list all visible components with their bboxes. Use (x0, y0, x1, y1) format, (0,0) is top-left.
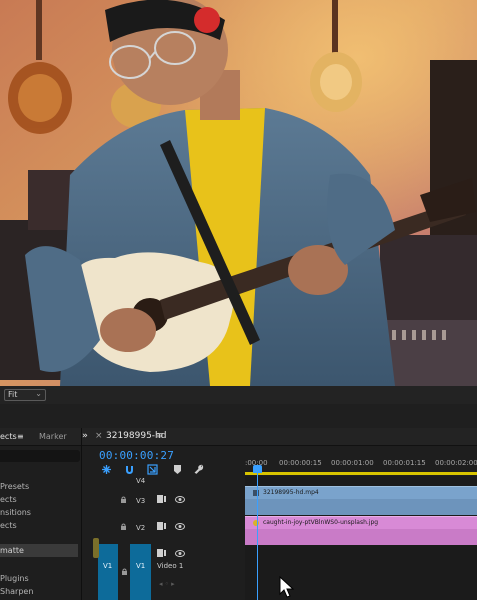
toggle-sync-icon[interactable] (157, 522, 166, 530)
panel-divider (0, 404, 477, 428)
more-panels-icon[interactable]: » (82, 431, 88, 441)
nest-sequence-icon[interactable] (101, 464, 112, 475)
ruler-label: 00:00:01:00 (331, 459, 374, 467)
lock-icon[interactable] (120, 496, 127, 503)
zoom-level-value: Fit (8, 390, 18, 399)
target-track-v1[interactable]: V1 (130, 544, 151, 600)
wrench-icon[interactable] (193, 464, 204, 475)
clip-image[interactable]: caught-in-joy-ptVBlnWS0-unsplash.jpg (245, 516, 477, 529)
video-frame (0, 0, 477, 386)
zoom-level-dropdown[interactable]: Fit ⌄ (4, 389, 46, 401)
clip-name: 32198995-hd.mp4 (263, 489, 319, 496)
time-ruler[interactable]: :00:00 00:00:00:15 00:00:01:00 00:00:01:… (245, 451, 477, 473)
effects-panel-tabs: ects ≡ Marker (0, 428, 81, 446)
tab-effects[interactable]: ects (0, 432, 17, 441)
clip-video-body[interactable] (245, 499, 477, 515)
clip-name: caught-in-joy-ptVBlnWS0-unsplash.jpg (263, 519, 379, 526)
playhead-line (257, 465, 258, 600)
effects-panel: ects ≡ Marker Presets ects nsitions ects… (0, 428, 82, 600)
effects-item-plugins[interactable]: Plugins (0, 574, 29, 583)
tab-markers[interactable]: Marker (39, 432, 67, 441)
track-name: V3 (136, 497, 146, 505)
ruler-label: 00:00:01:15 (383, 459, 426, 467)
monitor-controls-bar: Fit ⌄ (0, 386, 477, 404)
mouse-cursor-icon (279, 576, 295, 598)
source-patch-v1[interactable]: V1 (98, 544, 118, 600)
eye-icon[interactable] (175, 496, 185, 503)
effects-search-input[interactable] (0, 450, 80, 462)
effects-item-sharpen[interactable]: Sharpen (0, 587, 33, 596)
fx-badge-icon (253, 490, 259, 496)
keyframe-nav-icons[interactable]: ◂ ◦ ▸ (159, 580, 175, 588)
clip-video[interactable]: 32198995-hd.mp4 (245, 486, 477, 499)
fx-badge-icon (253, 520, 259, 526)
eye-icon[interactable] (175, 550, 185, 557)
effects-item-presets[interactable]: Presets (0, 482, 29, 491)
track-headers: V4 V3 V2 V1 V1 Video 1 ◂ ◦ ▸ (82, 476, 245, 600)
toggle-sync-icon[interactable] (157, 549, 166, 557)
panel-menu-icon[interactable]: ≡ (156, 431, 164, 441)
eye-icon[interactable] (175, 523, 185, 530)
effects-item-video-effects[interactable]: ects (0, 521, 17, 530)
snap-magnet-icon[interactable] (124, 464, 135, 475)
linked-selection-icon[interactable] (147, 464, 158, 475)
panel-menu-icon[interactable]: ≡ (17, 432, 24, 441)
chevron-down-icon: ⌄ (35, 389, 42, 398)
timeline-panel: » × 32198995-hd ≡ 00:00:00:27 V4 V3 V2 V… (82, 428, 477, 600)
close-icon[interactable]: × (95, 431, 103, 441)
toggle-sync-icon[interactable] (157, 495, 166, 503)
drag-handle[interactable] (93, 538, 99, 558)
effects-item-effects[interactable]: ects (0, 495, 17, 504)
lock-icon[interactable] (120, 523, 127, 530)
program-monitor[interactable] (0, 0, 477, 386)
effects-item-matte[interactable]: matte (0, 546, 24, 555)
track-name: V4 (136, 477, 146, 485)
playhead-timecode[interactable]: 00:00:00:27 (99, 449, 174, 462)
track-name: Video 1 (157, 562, 184, 570)
clip-image-body[interactable] (245, 529, 477, 545)
ruler-label: 00:00:02:00 (435, 459, 477, 467)
lock-icon[interactable] (121, 568, 128, 575)
effects-item-transitions[interactable]: nsitions (0, 508, 31, 517)
track-name: V2 (136, 524, 146, 532)
add-marker-icon[interactable] (172, 464, 183, 475)
ruler-label: 00:00:00:15 (279, 459, 322, 467)
work-area-bar[interactable] (245, 472, 477, 475)
timeline-tabs: » × 32198995-hd ≡ (82, 428, 477, 446)
